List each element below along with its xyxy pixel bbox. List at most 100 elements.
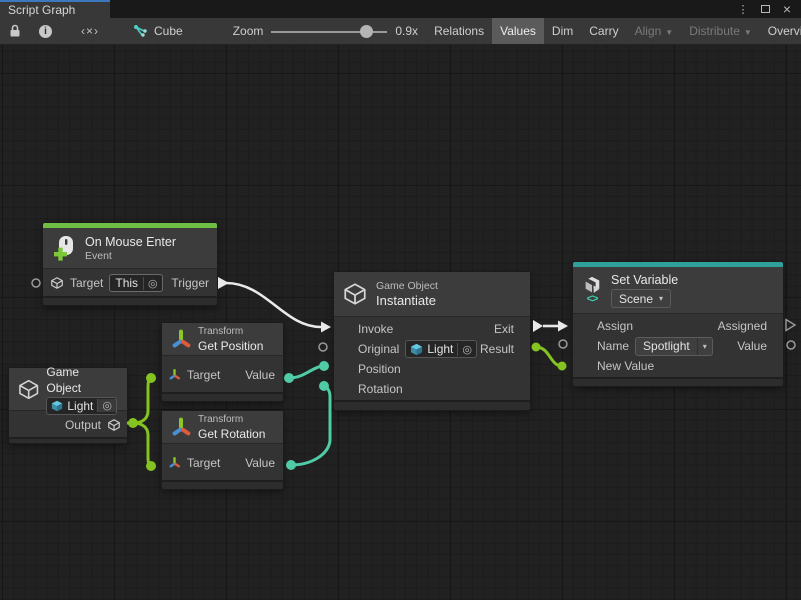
getrotation-value-port[interactable] <box>286 460 296 470</box>
cube-icon <box>107 418 121 432</box>
node-game-object-literal[interactable]: Game Object Light ◎ Output <box>9 368 127 443</box>
tab-script-graph[interactable]: Script Graph <box>0 0 110 18</box>
node-footer <box>9 437 127 443</box>
variable-name-dropdown[interactable]: Spotlight ▾ <box>635 337 713 356</box>
relations-button[interactable]: Relations <box>426 18 492 44</box>
transform-mini-icon <box>168 456 181 469</box>
graph-canvas[interactable]: On Mouse Enter Event Target This ◎ <box>0 45 801 600</box>
object-picker-icon[interactable]: ◎ <box>457 343 476 356</box>
graph-breadcrumb[interactable]: Cube <box>119 18 193 44</box>
node-header[interactable]: Transform Get Rotation <box>162 411 283 443</box>
info-button[interactable]: i <box>30 18 61 44</box>
scope-value: Scene <box>619 292 653 306</box>
window-menu-icon[interactable]: ⋮ <box>735 1 751 17</box>
original-object-field[interactable]: Light ◎ <box>405 340 477 358</box>
dropdown-arrow-icon[interactable]: ▾ <box>697 338 712 355</box>
overview-button[interactable]: Overview <box>760 18 801 44</box>
result-output-port[interactable] <box>532 343 541 352</box>
unity-object-icon <box>410 343 423 356</box>
node-body: Target This ◎ Trigger <box>43 268 217 296</box>
node-body: Assign Assigned Name Spotlight ▾ Value N… <box>573 313 783 377</box>
maximize-box-icon <box>761 5 770 13</box>
tab-label: Script Graph <box>8 3 75 17</box>
node-title: Instantiate <box>376 293 438 309</box>
output-port-label: Output <box>65 418 101 432</box>
target-port-label: Target <box>187 368 220 382</box>
distribute-button[interactable]: Distribute▼ <box>681 18 760 44</box>
transform-mini-icon <box>168 368 181 381</box>
wire-output-to-getrotation-target[interactable] <box>133 423 152 466</box>
node-header[interactable]: Game Object Light ◎ <box>9 368 127 410</box>
assign-input-port[interactable] <box>558 321 568 332</box>
exit-output-port[interactable] <box>533 320 543 332</box>
node-get-position[interactable]: Transform Get Position Target Value <box>162 323 283 401</box>
variable-name-value: Spotlight <box>636 338 697 355</box>
getposition-value-port[interactable] <box>284 373 294 383</box>
game-object-icon <box>342 281 368 307</box>
value-output-port[interactable] <box>787 341 795 349</box>
node-header[interactable]: Transform Get Position <box>162 323 283 355</box>
invoke-input-port[interactable] <box>321 322 331 333</box>
wire-output-to-getposition-target[interactable] <box>133 378 152 423</box>
lock-icon <box>9 24 21 38</box>
new-value-input-port[interactable] <box>558 362 567 371</box>
tab-bar: Script Graph ⋮ × <box>0 0 801 18</box>
window-close-icon[interactable]: × <box>779 1 795 17</box>
align-button[interactable]: Align▼ <box>627 18 682 44</box>
node-title: On Mouse Enter <box>85 234 176 250</box>
variable-scope-dropdown[interactable]: Scene▾ <box>611 289 671 308</box>
code-view-button[interactable]: ‹×› <box>61 18 119 44</box>
zoom-slider-handle[interactable] <box>360 25 373 38</box>
values-button[interactable]: Values <box>492 18 544 44</box>
trigger-output-port[interactable] <box>218 277 229 289</box>
target-object-field[interactable]: This ◎ <box>109 274 162 292</box>
getposition-target-port[interactable] <box>146 373 156 383</box>
getrotation-target-port[interactable] <box>146 461 156 471</box>
window-maximize-icon[interactable] <box>757 1 773 17</box>
graph-icon <box>133 24 148 38</box>
rotation-input-port[interactable] <box>319 381 329 391</box>
node-category: Transform <box>198 413 265 426</box>
mouse-enter-input-port[interactable] <box>32 279 40 287</box>
info-icon: i <box>39 25 52 38</box>
wire-getrotation-to-rotation[interactable] <box>291 386 330 465</box>
node-header[interactable]: On Mouse Enter Event <box>43 228 217 268</box>
zoom-control: Zoom 0.9x <box>225 18 426 44</box>
node-on-mouse-enter[interactable]: On Mouse Enter Event Target This ◎ <box>43 223 217 305</box>
node-header[interactable]: <> Set Variable Scene▾ <box>573 267 783 313</box>
value-port-label: Value <box>245 368 275 382</box>
original-input-port[interactable] <box>319 343 327 351</box>
wire-getposition-to-position[interactable] <box>289 366 322 378</box>
graph-toolbar: i ‹×› Cube Zoom 0.9x Relations Values <box>0 18 801 45</box>
original-object-value: Light <box>427 342 453 356</box>
lock-button[interactable] <box>0 18 30 44</box>
zoom-slider[interactable] <box>271 18 387 45</box>
target-port-label: Target <box>70 276 103 290</box>
literal-object-field[interactable]: Light ◎ <box>46 397 117 415</box>
object-picker-icon[interactable]: ◎ <box>97 399 116 412</box>
code-view-icon: ‹×› <box>81 24 99 38</box>
node-header[interactable]: Game Object Instantiate <box>334 272 530 316</box>
new-value-port-label: New Value <box>597 359 654 373</box>
align-caret-icon: ▼ <box>665 28 673 37</box>
carry-button[interactable]: Carry <box>581 18 626 44</box>
node-set-variable[interactable]: <> Set Variable Scene▾ Assign Assigned N… <box>573 262 783 386</box>
assigned-output-port[interactable] <box>786 320 795 331</box>
node-title: Get Rotation <box>198 426 265 442</box>
node-get-rotation[interactable]: Transform Get Rotation Target Value <box>162 411 283 489</box>
unity-object-icon <box>51 400 63 412</box>
node-instantiate[interactable]: Game Object Instantiate Invoke Exit Orig… <box>334 272 530 410</box>
name-input-port[interactable] <box>559 340 567 348</box>
object-picker-icon[interactable]: ◎ <box>143 277 162 290</box>
output-port[interactable] <box>128 418 138 428</box>
wire-result-to-new-value[interactable] <box>536 347 562 366</box>
target-object-value: This <box>110 275 143 291</box>
node-category: Game Object <box>376 280 438 293</box>
position-input-port[interactable] <box>319 361 329 371</box>
node-title: Get Position <box>198 338 263 354</box>
wire-trigger-to-invoke[interactable] <box>226 283 321 327</box>
node-category: Transform <box>198 325 263 338</box>
dim-button[interactable]: Dim <box>544 18 581 44</box>
node-subtitle: Event <box>85 250 176 263</box>
tab-bar-spacer <box>110 0 735 18</box>
